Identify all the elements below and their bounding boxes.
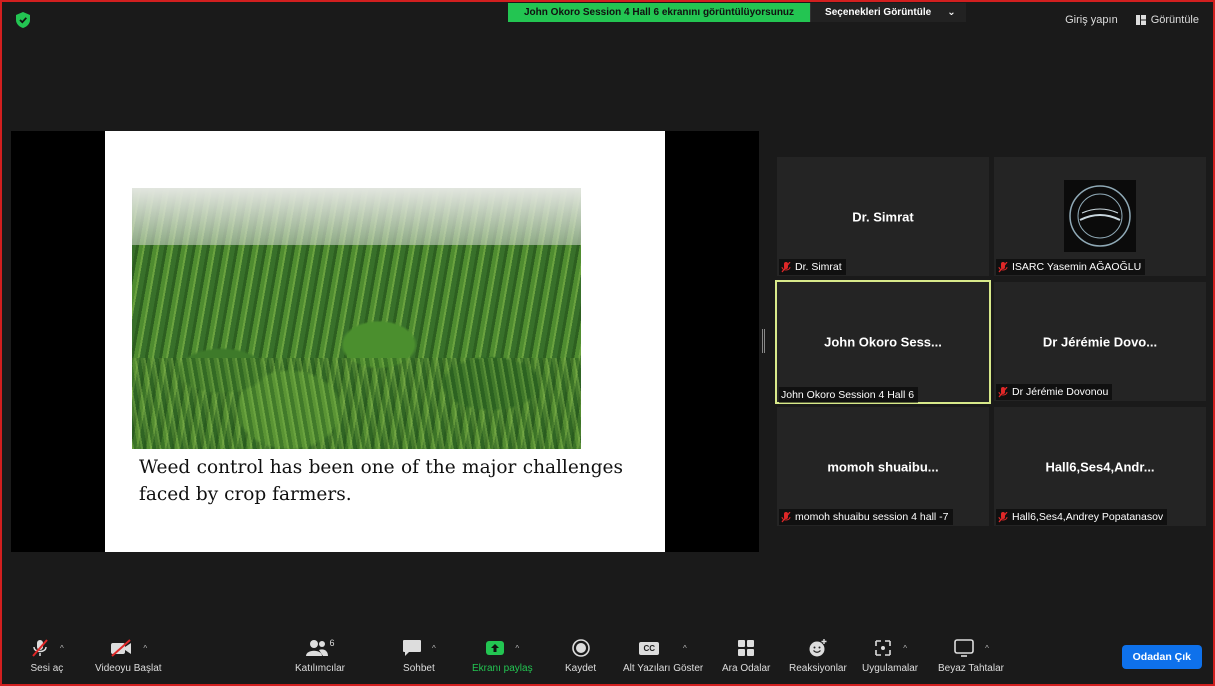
participant-display-name: John Okoro Sess... (824, 334, 942, 350)
reactions-label: Reaksiyonlar (789, 663, 847, 674)
participant-display-name: Dr. Simrat (852, 209, 914, 224)
mic-muted-icon (781, 261, 791, 272)
smiley-icon (809, 639, 827, 657)
view-label: Görüntüle (1150, 14, 1199, 26)
participant-label-text: Hall6,Ses4,Andrey Popatanasov (1012, 511, 1164, 523)
breakout-rooms-icon (738, 640, 755, 656)
participant-label: Dr Jérémie Dovonou (996, 384, 1113, 400)
view-button[interactable]: Görüntüle (1134, 12, 1201, 28)
participant-tile[interactable]: momoh shuaibu... momoh shuaibu session 4… (777, 407, 989, 526)
share-screen-button[interactable]: ^ Ekranı paylaş (472, 636, 533, 674)
closed-captions-icon: CC (639, 641, 659, 655)
signin-button[interactable]: Giriş yapın (1063, 12, 1120, 28)
participant-tile-active-speaker[interactable]: John Okoro Sess... John Okoro Session 4 … (775, 280, 991, 404)
leave-meeting-button[interactable]: Odadan Çık (1121, 645, 1202, 669)
mic-muted-icon (32, 639, 48, 657)
participant-label: John Okoro Session 4 Hall 6 (779, 387, 919, 403)
participants-count: 6 (329, 638, 335, 648)
video-off-icon (111, 639, 132, 657)
meeting-toolbar: ^ Sesi aç ^ Videoyu Başlat 6 Katılımcıla… (0, 630, 1215, 684)
breakout-rooms-label: Ara Odalar (722, 663, 771, 674)
share-screen-label: Ekranı paylaş (472, 663, 533, 674)
chevron-up-icon[interactable]: ^ (515, 644, 519, 653)
view-options-button[interactable]: Seçenekleri Görüntüle ⌄ (810, 3, 966, 22)
unmute-button[interactable]: ^ Sesi aç (30, 636, 64, 674)
layout-icon (1135, 15, 1146, 25)
chat-button[interactable]: ^ Sohbet (402, 636, 436, 674)
mic-muted-icon (998, 261, 1008, 272)
participant-label: Dr. Simrat (779, 259, 846, 275)
participant-tile[interactable]: Dr. Simrat Dr. Simrat (777, 157, 989, 276)
whiteboards-label: Beyaz Tahtalar (938, 663, 1004, 674)
participant-tile[interactable]: ISARC Yasemin AĞAOĞLU (994, 157, 1206, 276)
mic-muted-icon (781, 511, 791, 522)
start-video-label: Videoyu Başlat (95, 663, 162, 674)
participant-label-text: Dr Jérémie Dovonou (1012, 386, 1109, 398)
participant-tile[interactable]: Dr Jérémie Dovo... Dr Jérémie Dovonou (994, 282, 1206, 401)
participant-display-name: Dr Jérémie Dovo... (1042, 334, 1158, 349)
isarc-logo (1064, 180, 1136, 252)
slide-caption: Weed control has been one of the major c… (139, 457, 623, 505)
chevron-up-icon[interactable]: ^ (683, 644, 687, 653)
participant-label-text: ISARC Yasemin AĞAOĞLU (1012, 261, 1142, 273)
splitter-handle[interactable] (762, 329, 765, 353)
participant-display-name: momoh shuaibu... (827, 459, 939, 474)
shared-screen: Weed control has been one of the major c… (11, 131, 759, 552)
chevron-down-icon: ⌄ (947, 7, 956, 18)
signin-label: Giriş yapın (1065, 14, 1118, 26)
record-label: Kaydet (565, 663, 597, 674)
chat-label: Sohbet (403, 663, 435, 674)
chevron-up-icon[interactable]: ^ (903, 644, 907, 653)
start-video-button[interactable]: ^ Videoyu Başlat (95, 636, 162, 674)
captions-label: Alt Yazıları Göster (623, 663, 704, 674)
record-button[interactable]: Kaydet (565, 636, 596, 674)
people-icon (305, 640, 328, 656)
unmute-label: Sesi aç (30, 663, 64, 674)
shield-icon[interactable] (16, 12, 30, 28)
share-screen-icon (486, 641, 505, 655)
view-options-label: Seçenekleri Görüntüle (825, 7, 932, 18)
record-icon (571, 639, 590, 657)
participant-tile[interactable]: Hall6,Ses4,Andr... Hall6,Ses4,Andrey Pop… (994, 407, 1206, 526)
apps-label: Uygulamalar (862, 663, 919, 674)
chevron-up-icon[interactable]: ^ (432, 644, 436, 653)
reactions-button[interactable]: Reaksiyonlar (789, 636, 847, 674)
participant-label-text: John Okoro Session 4 Hall 6 (781, 389, 915, 401)
chevron-up-icon[interactable]: ^ (60, 644, 64, 653)
participants-label: Katılımcılar (295, 663, 346, 674)
participant-display-name: Hall6,Ses4,Andr... (1045, 459, 1155, 474)
whiteboards-button[interactable]: ^ Beyaz Tahtalar (938, 636, 1004, 674)
top-right-controls: Giriş yapın Görüntüle (1063, 12, 1201, 28)
mic-muted-icon (998, 386, 1008, 397)
slide-photo-maize-field (132, 188, 581, 449)
presentation-slide: Weed control has been one of the major c… (105, 131, 665, 552)
captions-button[interactable]: CC ^ Alt Yazıları Göster (623, 636, 703, 674)
participant-label: Hall6,Ses4,Andrey Popatanasov (996, 509, 1168, 525)
breakout-rooms-button[interactable]: Ara Odalar (722, 636, 770, 674)
apps-icon (875, 640, 891, 656)
whiteboard-icon (954, 639, 974, 657)
participant-label-text: Dr. Simrat (795, 261, 842, 273)
participant-label-text: momoh shuaibu session 4 hall -7 (795, 511, 949, 523)
chevron-up-icon[interactable]: ^ (985, 644, 989, 653)
participants-button[interactable]: 6 Katılımcılar (295, 636, 345, 674)
participant-label: ISARC Yasemin AĞAOĞLU (996, 259, 1146, 275)
share-banner-text: John Okoro Session 4 Hall 6 ekranını gör… (508, 3, 811, 22)
chat-icon (403, 640, 421, 656)
screen-share-banner: John Okoro Session 4 Hall 6 ekranını gör… (508, 3, 966, 22)
chevron-up-icon[interactable]: ^ (143, 644, 147, 653)
participant-label: momoh shuaibu session 4 hall -7 (779, 509, 953, 525)
apps-button[interactable]: ^ Uygulamalar (862, 636, 918, 674)
mic-muted-icon (998, 511, 1008, 522)
